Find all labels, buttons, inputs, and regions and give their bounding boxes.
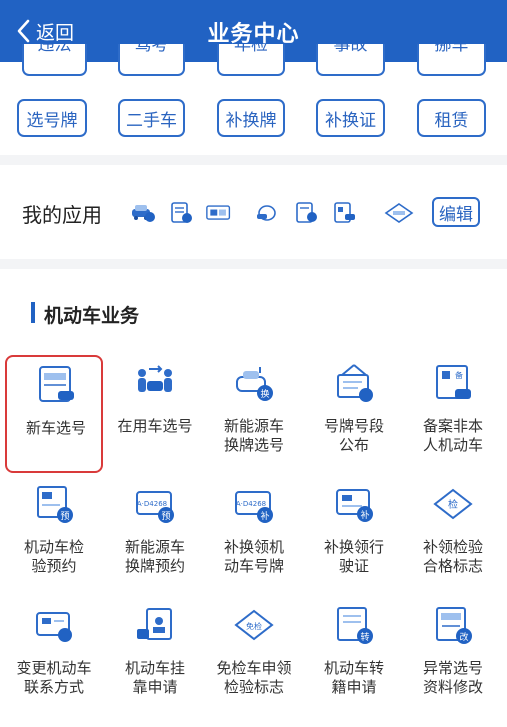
- service-replace-inspection-mark[interactable]: 检 补领检验 合格标志: [404, 476, 502, 594]
- service-in-use-car-plate-selection[interactable]: 在用车选号: [106, 355, 204, 473]
- category-chip-driving-test[interactable]: 驾考: [118, 44, 185, 76]
- service-vehicle-inspection-appointment[interactable]: 预 机动车检 验预约: [5, 476, 103, 594]
- service-vehicle-affiliation[interactable]: 机动车挂 靠申请: [106, 597, 204, 715]
- service-exempt-inspection-mark[interactable]: 免检 免检车申领 检验标志: [205, 597, 303, 715]
- new-energy-car-icon: 换: [236, 367, 273, 401]
- plate-appointment-icon: A·D4268 预: [136, 491, 174, 523]
- vehicle-badge-icon[interactable]: [256, 202, 282, 224]
- section-divider: [0, 155, 507, 165]
- filing-document-icon: 备: [436, 365, 471, 399]
- edit-apps-button[interactable]: 编辑: [432, 197, 480, 227]
- license-plate-icon[interactable]: [206, 202, 232, 224]
- service-plate-number-range[interactable]: 号牌号段 公布: [305, 355, 403, 473]
- filing-car-icon[interactable]: [332, 202, 358, 224]
- service-vehicle-transfer[interactable]: 转 机动车转 籍申请: [305, 597, 403, 715]
- svg-text:A·D4268: A·D4268: [236, 500, 266, 508]
- exemption-diamond-icon[interactable]: [384, 202, 414, 224]
- section-divider: [0, 259, 507, 269]
- notice-board-icon: [337, 364, 373, 402]
- affiliation-icon: [137, 608, 172, 640]
- service-register-non-owner-vehicle[interactable]: 备 备案非本 人机动车: [404, 355, 502, 473]
- svg-text:补: 补: [360, 509, 369, 521]
- category-chip-inspection[interactable]: 年检: [217, 44, 285, 76]
- service-replace-vehicle-plate[interactable]: A·D4268 补 补换领机 动车号牌: [205, 476, 303, 594]
- category-chip-rental[interactable]: 租赁: [417, 99, 486, 137]
- category-chip-replace-license[interactable]: 补换证: [316, 99, 385, 137]
- violation-car-icon[interactable]: [130, 202, 156, 224]
- service-abnormal-selection-edit[interactable]: 改 异常选号 资料修改: [404, 597, 502, 715]
- replace-plate-icon: A·D4268 补: [235, 491, 273, 523]
- section-title: 机动车业务: [44, 305, 140, 327]
- svg-text:A·D4268: A·D4268: [137, 500, 167, 508]
- my-apps-label: 我的应用: [22, 203, 102, 227]
- svg-text:补: 补: [260, 510, 269, 522]
- svg-text:免检: 免检: [246, 621, 262, 631]
- form-check-icon[interactable]: [294, 202, 320, 224]
- category-chip-move-car[interactable]: 挪车: [417, 44, 486, 76]
- inspection-diamond-icon: 检: [433, 488, 473, 520]
- svg-text:预: 预: [161, 511, 170, 522]
- service-new-energy-plate-appointment[interactable]: A·D4268 预 新能源车 换牌预约: [106, 476, 204, 594]
- category-chip-violation[interactable]: 违法: [22, 44, 87, 76]
- service-new-energy-plate-selection[interactable]: 换 新能源车 换牌选号: [205, 355, 303, 473]
- service-change-contact-info[interactable]: 变更机动车 联系方式: [5, 597, 103, 715]
- plate-selection-icon: [39, 366, 74, 402]
- svg-text:备: 备: [455, 370, 463, 380]
- transfer-document-icon: 转: [337, 607, 373, 644]
- replace-license-icon: 补: [336, 489, 373, 522]
- exemption-diamond-icon: 免检: [234, 609, 274, 641]
- document-icon[interactable]: [168, 202, 194, 224]
- svg-text:转: 转: [360, 631, 369, 643]
- svg-text:换: 换: [260, 388, 269, 400]
- service-replace-driving-license[interactable]: 补 补换领行 驶证: [305, 476, 403, 594]
- contact-card-icon: [36, 612, 72, 642]
- service-new-car-plate-selection[interactable]: 新车选号: [5, 355, 103, 473]
- inspection-appointment-icon: 预: [37, 486, 73, 523]
- edit-document-icon: 改: [436, 607, 472, 644]
- svg-text:检: 检: [448, 498, 458, 511]
- section-accent-bar: [31, 302, 35, 323]
- svg-text:改: 改: [459, 631, 468, 643]
- category-chip-accident[interactable]: 事故: [316, 44, 385, 76]
- people-car-exchange-icon: [138, 365, 172, 392]
- category-chip-select-plate[interactable]: 选号牌: [17, 99, 87, 137]
- category-chip-replace-plate[interactable]: 补换牌: [217, 99, 285, 137]
- category-chip-used-car[interactable]: 二手车: [118, 99, 185, 137]
- svg-text:预: 预: [60, 511, 69, 522]
